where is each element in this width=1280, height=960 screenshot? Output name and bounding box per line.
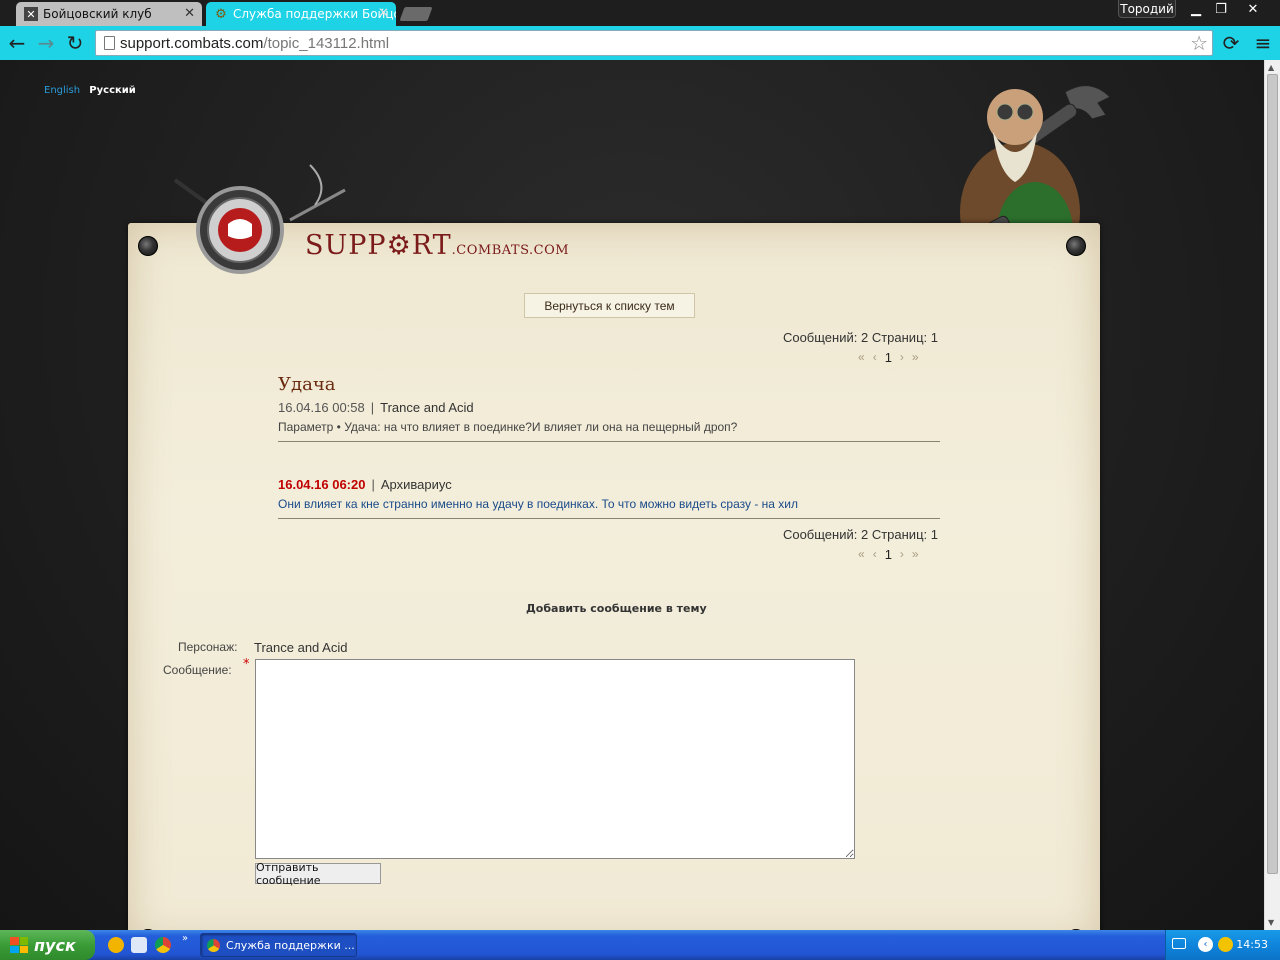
restore-icon[interactable]: ❐ bbox=[1208, 0, 1234, 18]
windows-logo-icon bbox=[10, 937, 28, 953]
first-page-link[interactable]: « bbox=[858, 350, 865, 365]
reload-icon[interactable]: ↻ bbox=[63, 31, 87, 55]
page-icon bbox=[104, 36, 115, 50]
system-tray: ‹ 14:53 bbox=[1165, 930, 1280, 960]
add-message-heading: Добавить сообщение в тему bbox=[526, 602, 707, 615]
tab-fight-club[interactable]: ✕ Бойцовский клуб ✕ bbox=[16, 2, 202, 26]
submit-message-button[interactable]: Отправить сообщение bbox=[255, 861, 381, 887]
rivet-icon bbox=[1066, 236, 1086, 256]
chrome-icon[interactable] bbox=[155, 937, 171, 953]
post-author: Trance and Acid bbox=[380, 400, 474, 415]
language-english-link[interactable]: English bbox=[44, 85, 80, 96]
next-page-link[interactable]: › bbox=[900, 547, 904, 562]
tab-strip: ✕ Бойцовский клуб ✕ ⚙ Служба поддержки Б… bbox=[0, 0, 1280, 26]
reply-meta: 16.04.16 06:20 | Архивариус bbox=[278, 477, 452, 492]
reply-author: Архивариус bbox=[380, 477, 452, 492]
current-page: 1 bbox=[884, 547, 892, 562]
taskbar-window-button[interactable]: Служба поддержки ... bbox=[200, 933, 357, 957]
gear-favicon-icon: ⚙ bbox=[215, 6, 227, 22]
topic-meta: 16.04.16 00:58 | Trance and Acid bbox=[278, 400, 474, 415]
new-tab-button[interactable] bbox=[399, 7, 433, 21]
post-date: 16.04.16 00:58 bbox=[278, 400, 365, 415]
divider bbox=[278, 441, 940, 442]
message-label: Сообщение: bbox=[163, 663, 232, 677]
topic-body: Параметр • Удача: на что влияет в поедин… bbox=[278, 420, 738, 434]
keyboard-icon[interactable] bbox=[1172, 938, 1186, 949]
divider bbox=[278, 518, 940, 519]
fight-club-favicon-icon: ✕ bbox=[24, 7, 38, 21]
back-to-topics-button[interactable]: Вернуться к списку тем bbox=[524, 293, 695, 318]
topic-title: Удача bbox=[278, 374, 336, 395]
character-value: Trance and Acid bbox=[254, 640, 348, 655]
close-tab-icon[interactable]: ✕ bbox=[184, 6, 195, 21]
reply-date: 16.04.16 06:20 bbox=[278, 477, 366, 492]
address-bar[interactable]: support.combats.com/topic_143112.html ☆ bbox=[95, 30, 1213, 56]
start-button[interactable]: пуск bbox=[0, 930, 95, 960]
profile-button[interactable]: Тородий bbox=[1118, 0, 1176, 18]
scroll-down-icon[interactable]: ▼ bbox=[1268, 918, 1274, 927]
pagination-top: « ‹ 1 › » bbox=[858, 350, 919, 365]
language-russian-link[interactable]: Русский bbox=[89, 85, 136, 96]
tab-label: Бойцовский клуб bbox=[43, 7, 152, 21]
chevron-left-icon[interactable]: ‹ bbox=[1198, 937, 1213, 952]
taskbar bbox=[0, 930, 1280, 960]
combats-emblem-icon bbox=[173, 164, 346, 274]
back-arrow-icon[interactable]: ← bbox=[5, 31, 29, 55]
tab-support[interactable]: ⚙ Служба поддержки Бойцо ✕ bbox=[206, 2, 396, 26]
chrome-icon bbox=[207, 938, 220, 952]
support-logo[interactable]: SUPP⚙RT .COMBATS.COM bbox=[305, 230, 569, 261]
rivet-icon bbox=[138, 236, 158, 256]
quicklaunch-app-icon[interactable] bbox=[108, 937, 124, 953]
last-page-link[interactable]: » bbox=[912, 350, 919, 365]
prev-page-link[interactable]: ‹ bbox=[873, 547, 877, 562]
page-scrollbar[interactable]: ▲ ▼ bbox=[1264, 60, 1280, 930]
bookmark-star-icon[interactable]: ☆ bbox=[1190, 31, 1208, 55]
forward-arrow-icon[interactable]: → bbox=[34, 31, 58, 55]
quicklaunch-app-icon[interactable] bbox=[131, 937, 147, 953]
last-page-link[interactable]: » bbox=[912, 547, 919, 562]
close-tab-icon[interactable]: ✕ bbox=[378, 6, 389, 21]
url-text[interactable]: support.combats.com/topic_143112.html bbox=[120, 35, 389, 52]
message-textarea[interactable] bbox=[255, 659, 855, 859]
next-page-link[interactable]: › bbox=[900, 350, 904, 365]
close-window-icon[interactable]: ✕ bbox=[1240, 0, 1266, 18]
scroll-up-icon[interactable]: ▲ bbox=[1268, 63, 1274, 72]
current-page: 1 bbox=[884, 350, 892, 365]
network-icon[interactable] bbox=[1218, 937, 1233, 952]
required-marker: * bbox=[243, 657, 250, 672]
language-switcher: English Русский bbox=[44, 85, 136, 96]
menu-icon[interactable]: ≡ bbox=[1251, 31, 1275, 55]
first-page-link[interactable]: « bbox=[858, 547, 865, 562]
topic-stats-top: Сообщений: 2 Страниц: 1 bbox=[782, 330, 938, 345]
pagination-bottom: « ‹ 1 › » bbox=[858, 547, 919, 562]
topic-stats-bottom: Сообщений: 2 Страниц: 1 bbox=[782, 527, 938, 542]
sync-icon[interactable]: ⟳ bbox=[1219, 31, 1243, 55]
character-label: Персонаж: bbox=[178, 640, 238, 654]
prev-page-link[interactable]: ‹ bbox=[873, 350, 877, 365]
reply-body: Они влияет ка кне странно именно на удач… bbox=[278, 497, 799, 511]
tab-label: Служба поддержки Бойцо bbox=[233, 7, 396, 21]
scroll-thumb[interactable] bbox=[1267, 74, 1278, 874]
page-viewport: English Русский SUPP⚙RT .COMBATS.COM Верн… bbox=[0, 60, 1264, 930]
quicklaunch-more-icon[interactable]: » bbox=[182, 933, 188, 944]
clock: 14:53 bbox=[1236, 938, 1268, 951]
minimize-icon[interactable]: ▁ bbox=[1183, 0, 1209, 18]
